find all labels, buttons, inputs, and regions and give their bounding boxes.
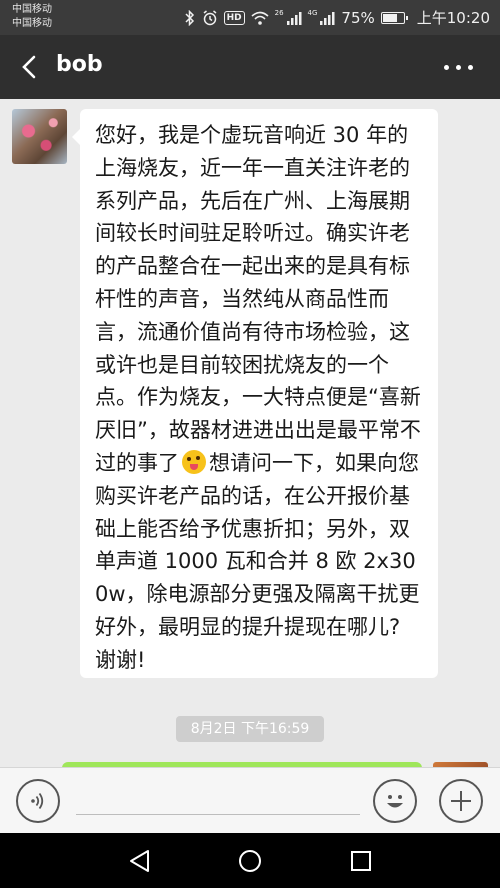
voice-button[interactable]	[16, 779, 60, 823]
wifi-icon	[251, 11, 269, 25]
signal-icon-2	[320, 11, 335, 25]
message-input[interactable]	[76, 814, 360, 815]
bluetooth-icon	[185, 9, 194, 26]
chat-header: bob	[0, 35, 500, 99]
nav-back-icon	[130, 850, 149, 872]
status-bar: 中国移动 中国移动 HD 26 4G 75% 上午10:20	[0, 0, 500, 35]
message-timestamp: 8月2日 下午16:59	[176, 716, 324, 742]
alarm-icon	[203, 9, 217, 25]
nav-home-button[interactable]	[235, 846, 265, 876]
carrier-label-1: 中国移动	[12, 4, 52, 15]
network-label-2: 4G	[307, 8, 318, 17]
more-icon-dot-3	[468, 65, 473, 70]
battery-level	[382, 13, 398, 22]
signal-icon	[286, 11, 302, 25]
plus-button[interactable]	[439, 779, 483, 823]
emoji-icon	[387, 795, 403, 808]
back-chevron-icon	[22, 55, 36, 79]
nav-back-button[interactable]	[126, 846, 156, 876]
carrier-label-2: 中国移动	[12, 18, 52, 29]
clock: 上午10:20	[416, 9, 490, 27]
message-text-part-1: 您好，我是个虚玩音响近 30 年的上海烧友，近一年一直关注许老的系列产品，先后在…	[95, 123, 421, 475]
winking-tongue-emoji-icon	[182, 449, 206, 474]
status-icons: HD 26 4G 75% 上午10:20	[184, 0, 490, 35]
battery-icon	[380, 11, 408, 24]
more-icon-dot-2	[456, 65, 461, 70]
system-nav-bar	[0, 833, 500, 888]
nav-home-icon	[239, 850, 261, 872]
more-button[interactable]	[438, 49, 482, 85]
contact-avatar[interactable]	[12, 109, 67, 164]
network-label-1: 26	[274, 8, 284, 17]
voice-icon	[31, 792, 44, 810]
hd-badge: HD	[223, 10, 245, 25]
message-bubble-received[interactable]: 您好，我是个虚玩音响近 30 年的上海烧友，近一年一直关注许老的系列产品，先后在…	[72, 109, 438, 678]
chat-title: bob	[56, 52, 103, 77]
emoji-button[interactable]	[373, 779, 417, 823]
input-bar	[0, 767, 500, 833]
battery-percent: 75%	[341, 8, 375, 27]
more-icon	[444, 65, 449, 70]
back-button[interactable]	[14, 49, 50, 85]
plus-icon-vertical	[460, 791, 462, 811]
nav-recent-icon	[351, 851, 371, 871]
nav-recent-button[interactable]	[346, 846, 376, 876]
message-text-part-2: 想请问一下，如果向您购买许老产品的话，在公开报价基础上能否给予优惠折扣；另外，双…	[95, 450, 420, 672]
